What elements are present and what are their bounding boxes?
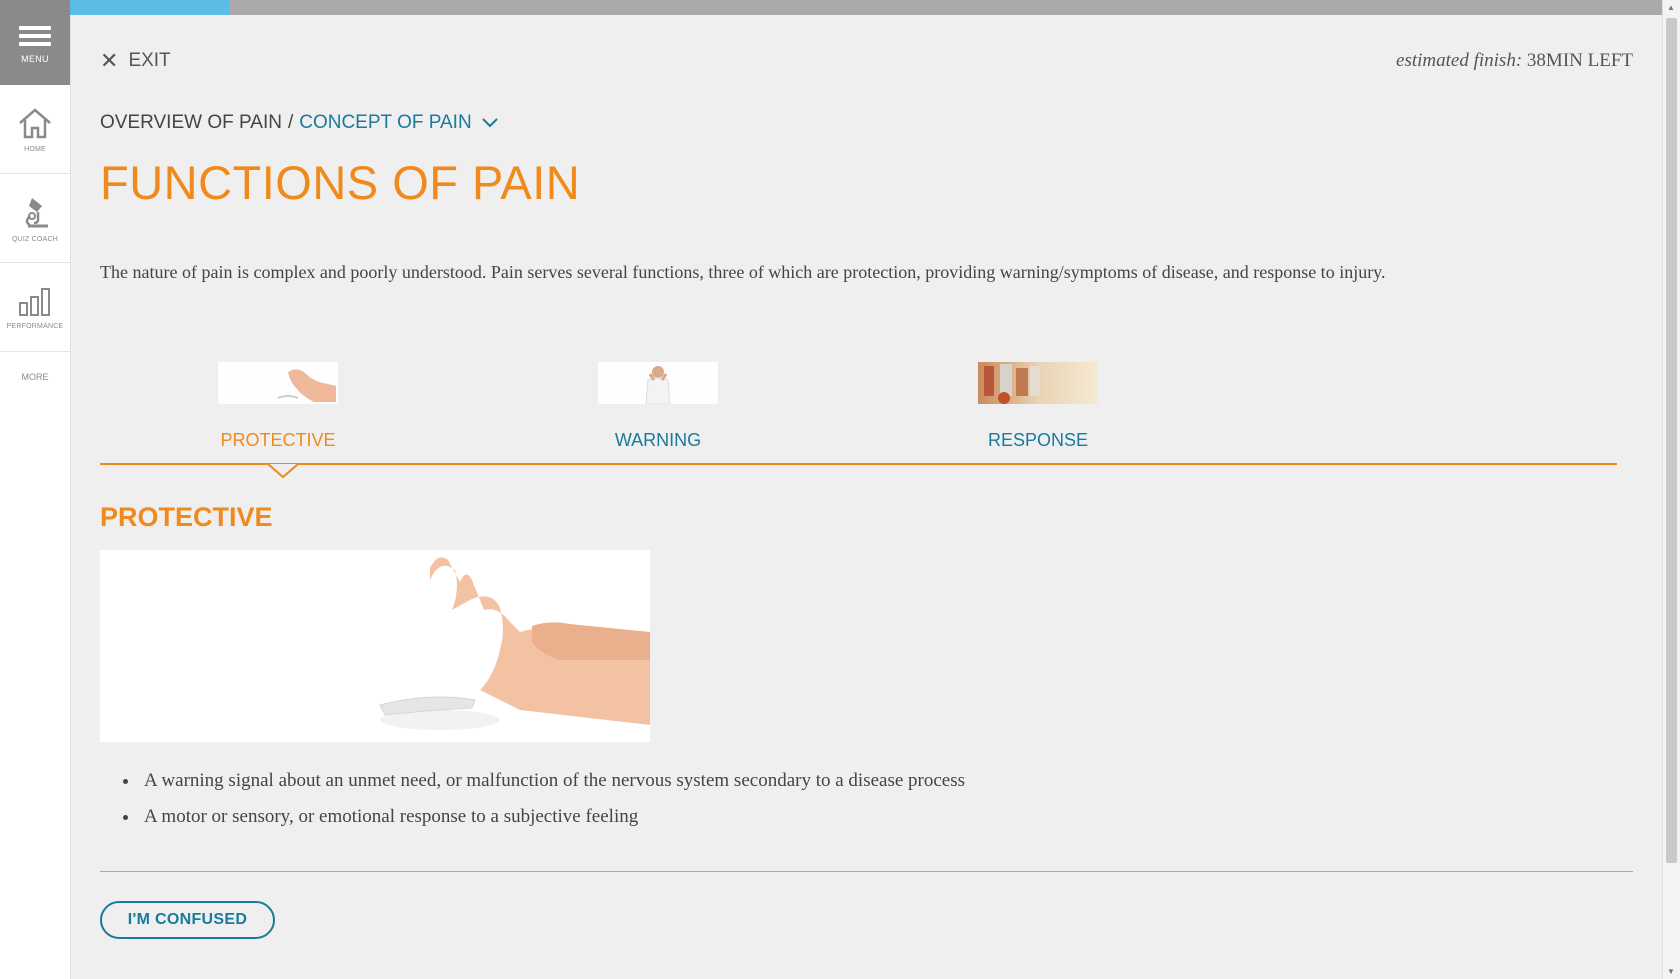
menu-label: MENU [21,53,49,64]
sidebar-item-label: HOME [24,145,46,153]
tab-protective[interactable]: PROTECTIVE [178,362,378,451]
menu-button[interactable]: MENU [0,0,70,85]
scroll-down-icon[interactable]: ▼ [1667,967,1675,976]
intro-text: The nature of pain is complex and poorly… [100,262,1386,282]
breadcrumb-current[interactable]: CONCEPT OF PAIN [299,112,471,134]
finish-prefix: estimated finish: [1396,50,1523,71]
sidebar-item-home[interactable]: HOME [0,85,70,174]
tab-bar: PROTECTIVE WARNING RESPONSE [100,362,1617,466]
sidebar-item-label: QUIZ COACH [12,235,58,243]
scroll-thumb[interactable] [1666,18,1677,863]
breadcrumb-parent[interactable]: OVERVIEW OF PAIN [100,112,282,134]
breadcrumb: OVERVIEW OF PAIN / CONCEPT OF PAIN [100,112,498,134]
progress-bar [70,0,1663,15]
chevron-down-icon[interactable] [481,118,498,128]
response-thumbnail [978,362,1098,404]
sidebar-item-performance[interactable]: PERFORMANCE [0,263,70,352]
scroll-up-icon[interactable]: ▲ [1667,3,1675,12]
exit-button[interactable]: ✕ EXIT [100,50,171,72]
tab-label: RESPONSE [987,430,1089,450]
sidebar-item-quiz-coach[interactable]: QUIZ COACH [0,174,70,263]
sidebar-more[interactable]: MORE [0,372,70,382]
protective-image [100,550,650,742]
progress-fill [70,0,230,15]
scrollbar[interactable]: ▲ ▼ [1662,0,1680,979]
close-icon: ✕ [100,48,119,73]
list-item: A warning signal about an unmet need, or… [140,770,965,792]
section-title: PROTECTIVE [100,502,273,532]
estimated-finish: estimated finish: 38MIN LEFT [1396,50,1633,72]
list-item: A motor or sensory, or emotional respons… [140,806,965,828]
sidebar-item-label: PERFORMANCE [6,322,64,330]
protective-thumbnail [218,362,338,404]
warning-thumbnail [598,362,718,404]
exit-label: EXIT [128,50,171,71]
breadcrumb-separator: / [287,112,294,133]
bullet-list: A warning signal about an unmet need, or… [115,770,965,842]
tab-label: WARNING [614,430,702,450]
finish-value: 38MIN LEFT [1526,50,1633,71]
tab-warning[interactable]: WARNING [558,362,758,451]
divider [100,871,1633,872]
tab-label: PROTECTIVE [220,430,336,450]
tab-underline [100,463,1617,465]
home-icon [19,107,51,138]
bar-chart-icon [19,287,50,316]
tab-response[interactable]: RESPONSE [938,362,1138,451]
active-tab-pointer [268,463,298,479]
im-confused-button[interactable]: I'M CONFUSED [100,901,275,939]
page-title: FUNCTIONS OF PAIN [100,156,581,209]
hamburger-icon [19,22,51,50]
microscope-icon [25,197,48,227]
sidebar: MENU HOME QUIZ COACH PERFORMANCE MORE [0,0,71,979]
